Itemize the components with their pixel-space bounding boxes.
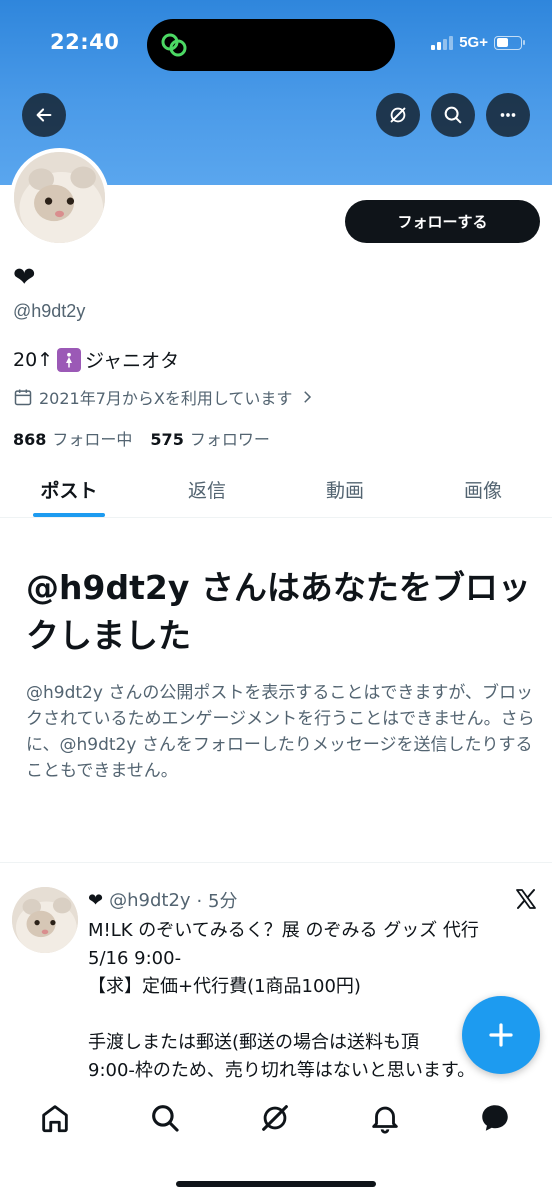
signal-icon: [431, 35, 454, 50]
home-indicator: [176, 1181, 376, 1187]
grok-nav-icon[interactable]: [258, 1101, 292, 1135]
profile-handle: @h9dt2y: [13, 301, 86, 321]
plus-icon: [489, 1023, 513, 1047]
hamster-avatar-image: [12, 887, 78, 953]
following-count: 868: [13, 430, 47, 449]
hamster-avatar-image: [14, 152, 105, 243]
tab-replies[interactable]: 返信: [138, 462, 276, 517]
home-icon[interactable]: [38, 1101, 72, 1135]
profile-bio: 20↑ ジャニオタ: [13, 346, 179, 373]
search-icon: [444, 106, 462, 124]
follow-button[interactable]: フォローする: [345, 200, 540, 243]
post-author-handle[interactable]: @h9dt2y: [109, 890, 190, 911]
bell-icon[interactable]: [368, 1101, 402, 1135]
tab-videos[interactable]: 動画: [276, 462, 414, 517]
grok-icon: [390, 107, 406, 123]
profile-tabs: ポスト 返信 動画 画像: [0, 462, 552, 518]
womens-symbol-icon: [57, 347, 82, 372]
more-button[interactable]: [486, 93, 530, 137]
search-nav-icon[interactable]: [148, 1101, 182, 1135]
link-app-icon: [161, 33, 187, 57]
compose-button[interactable]: [462, 996, 540, 1074]
post-header: ❤ @h9dt2y · 5分: [88, 887, 237, 913]
chevron-right-icon: [304, 391, 312, 403]
followers-count: 575: [150, 430, 184, 449]
followers-label: フォロワー: [189, 430, 270, 449]
post-author-name[interactable]: ❤: [88, 890, 103, 911]
post-time: · 5分: [196, 891, 238, 912]
followers-link[interactable]: 575 フォロワー: [150, 426, 269, 450]
tab-posts[interactable]: ポスト: [0, 462, 138, 517]
back-button[interactable]: [22, 93, 66, 137]
messages-icon[interactable]: [478, 1101, 512, 1135]
bio-text: ジャニオタ: [85, 350, 180, 372]
network-label: 5G+: [459, 34, 488, 51]
search-button[interactable]: [431, 93, 475, 137]
dynamic-island: [147, 19, 395, 71]
profile-avatar[interactable]: [10, 148, 109, 247]
calendar-icon: [14, 389, 32, 406]
follow-stats: 868 フォロー中 575 フォロワー: [13, 426, 270, 450]
post-avatar[interactable]: [12, 887, 78, 953]
display-name: ❤: [13, 262, 36, 293]
bio-prefix: 20↑: [13, 348, 54, 371]
following-link[interactable]: 868 フォロー中: [13, 426, 132, 450]
battery-icon: [494, 35, 525, 50]
status-indicators: 5G+: [431, 34, 525, 51]
following-label: フォロー中: [52, 430, 133, 449]
joined-text: 2021年7月からXを利用しています: [39, 389, 293, 408]
tab-images[interactable]: 画像: [414, 462, 552, 517]
blocked-title: @h9dt2y さんはあなたをブロックしました: [26, 568, 531, 655]
section-divider: [0, 862, 552, 863]
grok-button[interactable]: [376, 93, 420, 137]
x-logo-icon: [516, 889, 536, 909]
status-time: 22:40: [50, 30, 120, 54]
arrow-left-icon: [36, 108, 52, 122]
blocked-description: @h9dt2y さんの公開ポストを表示することはできますが、ブロックされているた…: [26, 683, 535, 781]
more-icon: [500, 113, 516, 117]
joined-date[interactable]: 2021年7月からXを利用しています: [13, 385, 316, 409]
